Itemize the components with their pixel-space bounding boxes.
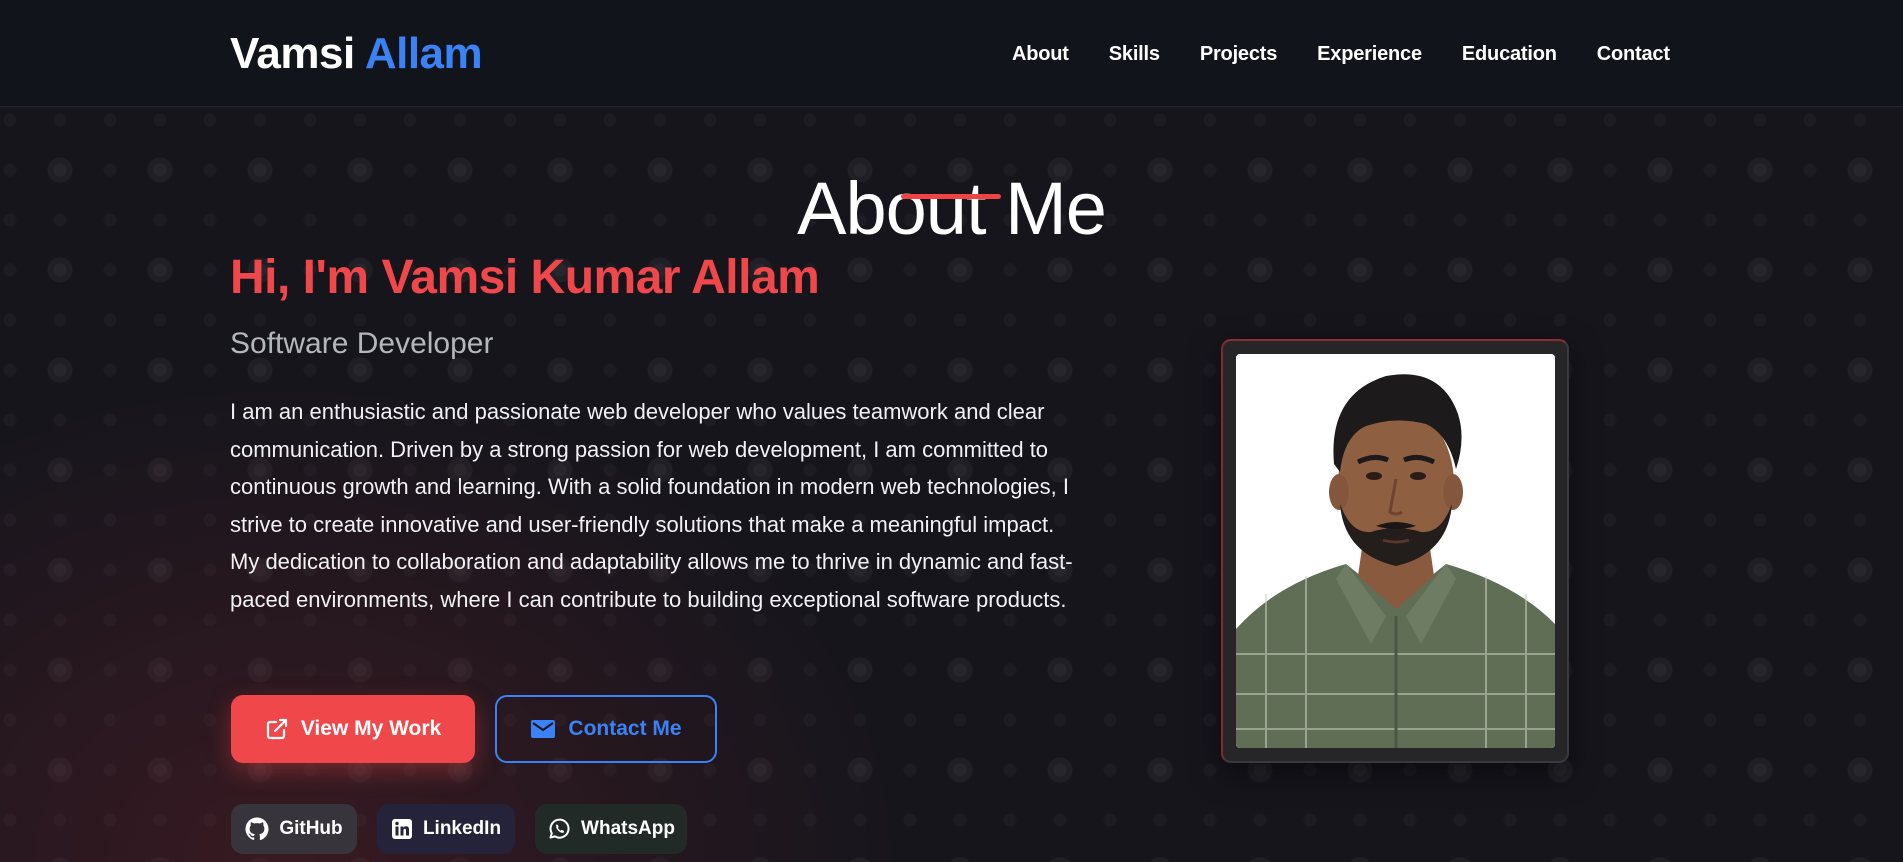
site-header: Vamsi Allam About Skills Projects Experi… xyxy=(0,0,1903,107)
linkedin-icon xyxy=(391,818,413,840)
nav-link-about[interactable]: About xyxy=(1012,40,1069,68)
linkedin-label: LinkedIn xyxy=(422,818,502,839)
linkedin-link[interactable]: LinkedIn xyxy=(377,804,515,854)
external-link-icon xyxy=(265,717,289,741)
profile-photo xyxy=(1236,354,1555,748)
github-link[interactable]: GitHub xyxy=(231,804,357,854)
view-my-work-label: View My Work xyxy=(300,717,442,740)
site-logo[interactable]: Vamsi Allam xyxy=(230,28,483,80)
profile-photo-frame xyxy=(1221,339,1569,763)
greeting-heading: Hi, I'm Vamsi Kumar Allam xyxy=(230,251,820,304)
nav-link-experience[interactable]: Experience xyxy=(1317,40,1422,68)
main-nav: About Skills Projects Experience Educati… xyxy=(1012,40,1670,68)
title-underline xyxy=(901,194,1001,199)
nav-link-education[interactable]: Education xyxy=(1462,40,1557,68)
logo-last-name: Allam xyxy=(364,29,483,78)
nav-link-projects[interactable]: Projects xyxy=(1200,40,1278,68)
whatsapp-label: WhatsApp xyxy=(581,818,675,839)
section-title: About Me xyxy=(797,167,1107,251)
view-my-work-button[interactable]: View My Work xyxy=(231,695,475,763)
github-icon xyxy=(245,817,269,841)
bio-paragraph: I am an enthusiastic and passionate web … xyxy=(230,399,1073,612)
whatsapp-icon xyxy=(547,817,571,841)
nav-link-contact[interactable]: Contact xyxy=(1597,40,1670,68)
contact-me-label: Contact Me xyxy=(568,717,682,740)
contact-me-button[interactable]: Contact Me xyxy=(495,695,717,763)
github-label: GitHub xyxy=(279,818,343,839)
role-subtitle: Software Developer xyxy=(230,327,494,360)
logo-first-name: Vamsi xyxy=(230,29,355,78)
nav-link-skills[interactable]: Skills xyxy=(1109,40,1160,68)
mail-icon xyxy=(530,718,556,740)
whatsapp-link[interactable]: WhatsApp xyxy=(535,804,687,854)
